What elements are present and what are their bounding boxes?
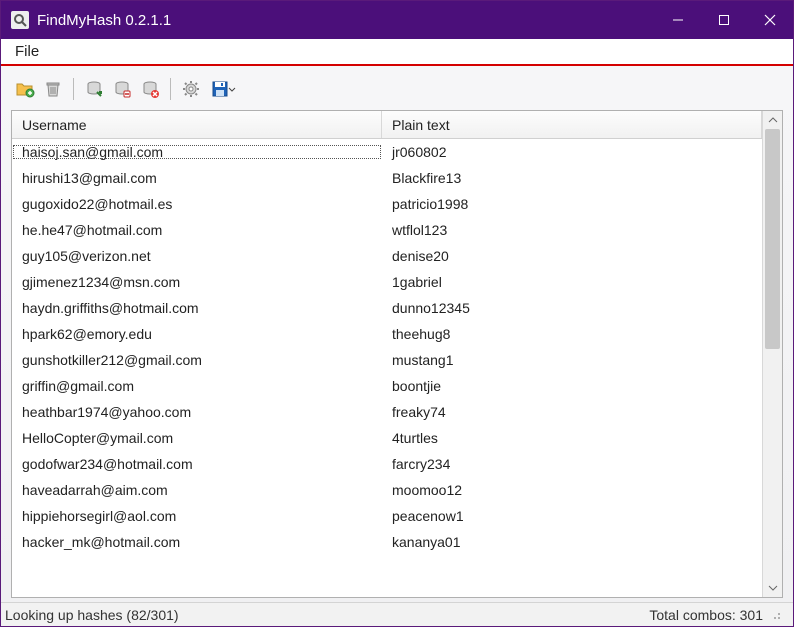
app-window: FindMyHash 0.2.1.1 File (0, 0, 794, 627)
close-button[interactable] (747, 1, 793, 39)
cell-plaintext: freaky74 (382, 404, 762, 420)
save-button[interactable] (207, 77, 239, 101)
cell-plaintext: farcry234 (382, 456, 762, 472)
cell-plaintext: kananya01 (382, 534, 762, 550)
db-connect-button[interactable] (82, 77, 106, 101)
results-grid: Username Plain text haisoj.san@gmail.com… (12, 111, 782, 597)
cell-username: he.he47@hotmail.com (12, 222, 382, 238)
cell-username: hirushi13@gmail.com (12, 170, 382, 186)
cell-username: gunshotkiller212@gmail.com (12, 352, 382, 368)
table-row[interactable]: haisoj.san@gmail.comjr060802 (12, 139, 762, 165)
titlebar[interactable]: FindMyHash 0.2.1.1 (1, 1, 793, 39)
delete-button[interactable] (41, 77, 65, 101)
cell-username: HelloCopter@ymail.com (12, 430, 382, 446)
table-row[interactable]: guy105@verizon.netdenise20 (12, 243, 762, 269)
cell-plaintext: dunno12345 (382, 300, 762, 316)
cell-username: griffin@gmail.com (12, 378, 382, 394)
open-folder-button[interactable] (13, 77, 37, 101)
scroll-thumb[interactable] (765, 129, 780, 349)
table-row[interactable]: gugoxido22@hotmail.espatricio1998 (12, 191, 762, 217)
grid-rows: haisoj.san@gmail.comjr060802hirushi13@gm… (12, 139, 762, 597)
table-row[interactable]: gunshotkiller212@gmail.commustang1 (12, 347, 762, 373)
status-left: Looking up hashes (82/301) (5, 607, 179, 623)
results-panel: Username Plain text haisoj.san@gmail.com… (11, 110, 783, 598)
cell-plaintext: 1gabriel (382, 274, 762, 290)
table-row[interactable]: hpark62@emory.edutheehug8 (12, 321, 762, 347)
cell-plaintext: jr060802 (382, 144, 762, 160)
cell-username: haveadarrah@aim.com (12, 482, 382, 498)
table-row[interactable]: godofwar234@hotmail.comfarcry234 (12, 451, 762, 477)
table-row[interactable]: HelloCopter@ymail.com4turtles (12, 425, 762, 451)
table-row[interactable]: hippiehorsegirl@aol.compeacenow1 (12, 503, 762, 529)
column-header-plaintext[interactable]: Plain text (382, 111, 762, 138)
cell-plaintext: peacenow1 (382, 508, 762, 524)
menubar: File (1, 39, 793, 66)
statusbar: Looking up hashes (82/301) Total combos:… (1, 602, 793, 626)
table-row[interactable]: hacker_mk@hotmail.comkananya01 (12, 529, 762, 555)
cell-plaintext: wtflol123 (382, 222, 762, 238)
cell-username: godofwar234@hotmail.com (12, 456, 382, 472)
table-row[interactable]: he.he47@hotmail.comwtflol123 (12, 217, 762, 243)
cell-username: hippiehorsegirl@aol.com (12, 508, 382, 524)
cell-plaintext: patricio1998 (382, 196, 762, 212)
settings-button[interactable] (179, 77, 203, 101)
cell-plaintext: moomoo12 (382, 482, 762, 498)
cell-plaintext: Blackfire13 (382, 170, 762, 186)
cell-plaintext: boontjie (382, 378, 762, 394)
cell-username: gugoxido22@hotmail.es (12, 196, 382, 212)
cell-username: haisoj.san@gmail.com (12, 144, 382, 160)
separator (170, 78, 171, 100)
cell-plaintext: theehug8 (382, 326, 762, 342)
db-error-button[interactable] (138, 77, 162, 101)
table-row[interactable]: haveadarrah@aim.commoomoo12 (12, 477, 762, 503)
column-header-username[interactable]: Username (12, 111, 382, 138)
app-icon (11, 11, 29, 29)
cell-username: heathbar1974@yahoo.com (12, 404, 382, 420)
table-row[interactable]: haydn.griffiths@hotmail.comdunno12345 (12, 295, 762, 321)
cell-username: hacker_mk@hotmail.com (12, 534, 382, 550)
vertical-scrollbar[interactable] (762, 111, 782, 597)
toolbar (11, 74, 783, 104)
grid-header: Username Plain text (12, 111, 762, 139)
cell-plaintext: mustang1 (382, 352, 762, 368)
resize-grip-icon[interactable] (769, 608, 783, 622)
cell-username: hpark62@emory.edu (12, 326, 382, 342)
scroll-up-arrow[interactable] (763, 111, 782, 129)
minimize-button[interactable] (655, 1, 701, 39)
table-row[interactable]: hirushi13@gmail.comBlackfire13 (12, 165, 762, 191)
maximize-button[interactable] (701, 1, 747, 39)
content: Username Plain text haisoj.san@gmail.com… (1, 66, 793, 602)
menu-file[interactable]: File (7, 40, 47, 63)
cell-username: guy105@verizon.net (12, 248, 382, 264)
table-row[interactable]: gjimenez1234@msn.com1gabriel (12, 269, 762, 295)
scroll-down-arrow[interactable] (763, 579, 782, 597)
table-row[interactable]: griffin@gmail.comboontjie (12, 373, 762, 399)
cell-plaintext: denise20 (382, 248, 762, 264)
cell-username: gjimenez1234@msn.com (12, 274, 382, 290)
cell-plaintext: 4turtles (382, 430, 762, 446)
status-right: Total combos: 301 (649, 607, 763, 623)
db-remove-button[interactable] (110, 77, 134, 101)
chevron-down-icon (228, 79, 236, 99)
cell-username: haydn.griffiths@hotmail.com (12, 300, 382, 316)
separator (73, 78, 74, 100)
table-row[interactable]: heathbar1974@yahoo.comfreaky74 (12, 399, 762, 425)
window-title: FindMyHash 0.2.1.1 (37, 12, 171, 29)
